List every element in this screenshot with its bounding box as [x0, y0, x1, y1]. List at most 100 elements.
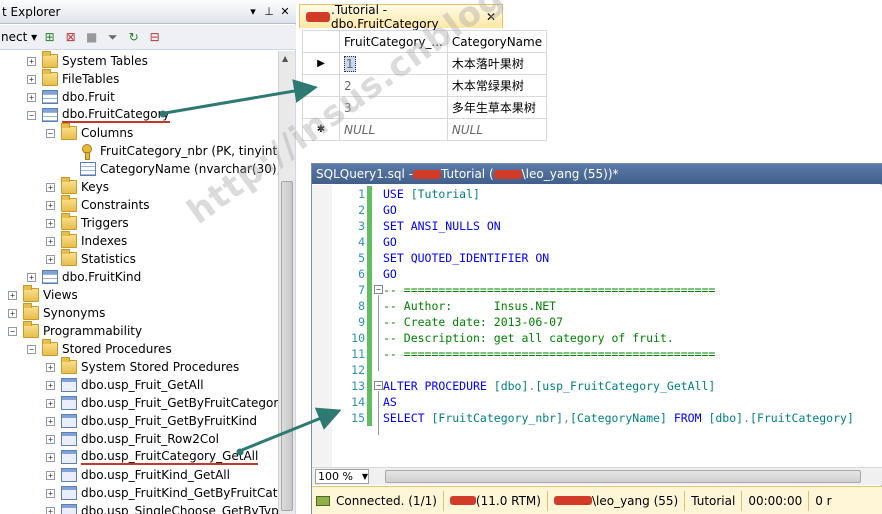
tree-node[interactable]: + Keys	[46, 177, 109, 196]
pin-icon[interactable]: ⊥	[262, 5, 276, 18]
dropdown-icon[interactable]: ▾	[246, 5, 260, 18]
zoom-select[interactable]: 100 % ▼	[315, 469, 369, 484]
cell-categoryname[interactable]: 木本常绿果树	[446, 74, 548, 97]
expand-icon[interactable]: +	[46, 488, 55, 498]
tree-node[interactable]: + Synonyms	[8, 303, 105, 322]
tree-node[interactable]: CategoryName (nvarchar(30), not	[65, 160, 278, 178]
filter-icon[interactable]: ⏷	[104, 29, 121, 46]
expand-icon[interactable]: +	[27, 74, 36, 84]
connect-button[interactable]: nect ▾	[1, 30, 37, 44]
stop-icon[interactable]: ■	[83, 29, 100, 46]
grid-row[interactable]: 2 木本常绿果树	[302, 74, 548, 97]
expand-icon[interactable]: +	[46, 470, 55, 480]
grid-row[interactable]: ✱ NULL NULL	[302, 118, 548, 141]
tab-close-icon[interactable]: ✕	[486, 10, 496, 24]
sql-editor[interactable]: 1 USE [Tutorial] 2 GO 3 SET ANSI_NULLS ON 4 GO 5…	[312, 185, 882, 467]
tree-node[interactable]: + dbo.usp_FruitKind_GetAll	[46, 466, 230, 484]
cell-fruitcategory-nbr[interactable]: 2	[339, 74, 448, 97]
collapse-icon[interactable]: −	[27, 110, 36, 120]
expand-icon[interactable]: +	[46, 254, 55, 264]
code-line[interactable]: -- Description: get all category of frui…	[383, 330, 674, 346]
cell-categoryname[interactable]: NULL	[446, 118, 548, 141]
cell-fruitcategory-nbr[interactable]: 3	[339, 96, 448, 119]
tree-node[interactable]: + dbo.usp_FruitCategory_GetAll	[46, 448, 259, 466]
tree-node[interactable]: − Stored Procedures	[27, 339, 172, 358]
editor-horizontal-scrollbar[interactable]: 100 % ▼	[312, 467, 882, 485]
code-line[interactable]: SET ANSI_NULLS ON	[383, 218, 501, 234]
column-header-fruitcategory-nbr[interactable]: FruitCategory_...	[339, 30, 448, 53]
tree-node[interactable]: + Constraints	[46, 195, 149, 214]
code-line[interactable]: GO	[383, 266, 397, 282]
code-line[interactable]: SELECT [FruitCategory_nbr],[CategoryName…	[383, 410, 854, 426]
disconnect-icon[interactable]: ⊠	[62, 29, 79, 46]
tree-node[interactable]: − Columns	[46, 123, 133, 142]
collapse-icon[interactable]: −	[46, 128, 55, 138]
scroll-up-icon[interactable]: ▲	[282, 54, 288, 63]
tree-node[interactable]: + System Tables	[27, 51, 148, 70]
expand-icon[interactable]: +	[46, 434, 55, 444]
tree-vertical-scrollbar[interactable]: ▲	[278, 51, 295, 514]
code-line[interactable]: -- Author: Insus.NET	[383, 298, 556, 314]
collapse-icon[interactable]: −	[8, 326, 17, 336]
tree-node[interactable]: + Triggers	[46, 213, 129, 232]
code-line[interactable]: -- =====================================…	[383, 282, 715, 298]
scrollbar-thumb[interactable]	[281, 181, 293, 511]
expand-icon[interactable]: +	[46, 398, 55, 408]
row-selector[interactable]	[302, 74, 340, 97]
tree-node[interactable]: + Views	[8, 285, 78, 304]
results-tab[interactable]: .Tutorial - dbo.FruitCategory ✕	[299, 3, 503, 31]
row-selector[interactable]: ✱	[302, 118, 340, 141]
expand-icon[interactable]: +	[46, 182, 55, 192]
expand-icon[interactable]: +	[8, 308, 17, 318]
column-header-categoryname[interactable]: CategoryName	[446, 30, 548, 53]
cell-fruitcategory-nbr[interactable]: NULL	[339, 118, 448, 141]
tree-node[interactable]: FruitCategory_nbr (PK, tinyint, no	[65, 142, 278, 160]
code-line[interactable]: AS	[383, 394, 397, 410]
tree-node[interactable]: + Indexes	[46, 231, 127, 250]
tree-node[interactable]: + FileTables	[27, 69, 119, 88]
expand-icon[interactable]: +	[46, 506, 55, 514]
code-line[interactable]: ALTER PROCEDURE [dbo].[usp_FruitCategory…	[383, 378, 715, 394]
tree-node[interactable]: + dbo.usp_Fruit_Row2Col	[46, 430, 219, 448]
horizontal-scroll-thumb[interactable]	[385, 470, 861, 483]
tree-node[interactable]: + dbo.usp_SingleChoose_GetByType	[46, 502, 278, 514]
collapse-region-icon[interactable]: −	[374, 285, 383, 294]
tree-node[interactable]: + dbo.usp_Fruit_GetByFruitCategory	[46, 394, 278, 412]
expand-icon[interactable]: +	[27, 272, 36, 282]
tree-node[interactable]: + dbo.Fruit	[27, 88, 115, 106]
tree-node[interactable]: + dbo.usp_Fruit_GetByFruitKind	[46, 412, 257, 430]
tree-node[interactable]: + dbo.usp_FruitKind_GetByFruitCatego	[46, 484, 278, 502]
expand-icon[interactable]: +	[46, 362, 55, 372]
code-line[interactable]: GO	[383, 202, 397, 218]
expand-icon[interactable]: +	[27, 92, 36, 102]
cell-fruitcategory-nbr[interactable]: 1	[339, 52, 448, 75]
row-selector[interactable]	[302, 96, 340, 119]
close-icon[interactable]: ✕	[278, 5, 292, 18]
collapse-region-icon[interactable]: −	[374, 381, 383, 390]
grid-row[interactable]: ▶ 1 木本落叶果树	[302, 52, 548, 75]
expand-icon[interactable]: +	[46, 380, 55, 390]
expand-icon[interactable]: +	[46, 218, 55, 228]
tree-node[interactable]: + System Stored Procedures	[46, 357, 239, 376]
collapse-icon[interactable]: −	[27, 344, 36, 354]
tree-node[interactable]: + dbo.usp_Fruit_GetAll	[46, 376, 204, 394]
row-selector[interactable]: ▶	[302, 52, 340, 75]
code-line[interactable]: SET QUOTED_IDENTIFIER ON	[383, 250, 549, 266]
code-line[interactable]: USE [Tutorial]	[383, 186, 480, 202]
collapse-icon[interactable]: ⊟	[146, 29, 163, 46]
expand-icon[interactable]: +	[46, 236, 55, 246]
cell-categoryname[interactable]: 多年生草本果树	[446, 96, 548, 119]
expand-icon[interactable]: +	[46, 200, 55, 210]
expand-icon[interactable]: +	[27, 56, 36, 66]
tree-node[interactable]: − Programmability	[8, 321, 142, 340]
expand-icon[interactable]: +	[8, 290, 17, 300]
code-line[interactable]: -- Create date: 2013-06-07	[383, 314, 563, 330]
tree-node[interactable]: + dbo.FruitKind	[27, 268, 141, 286]
code-line[interactable]: GO	[383, 234, 397, 250]
code-line[interactable]: -- =====================================…	[383, 346, 715, 362]
tree-node[interactable]: + Statistics	[46, 249, 136, 268]
refresh-icon[interactable]: ↻	[125, 29, 142, 46]
expand-icon[interactable]: +	[46, 416, 55, 426]
expand-icon[interactable]: +	[46, 452, 55, 462]
tree-node[interactable]: − dbo.FruitCategory	[27, 106, 170, 124]
